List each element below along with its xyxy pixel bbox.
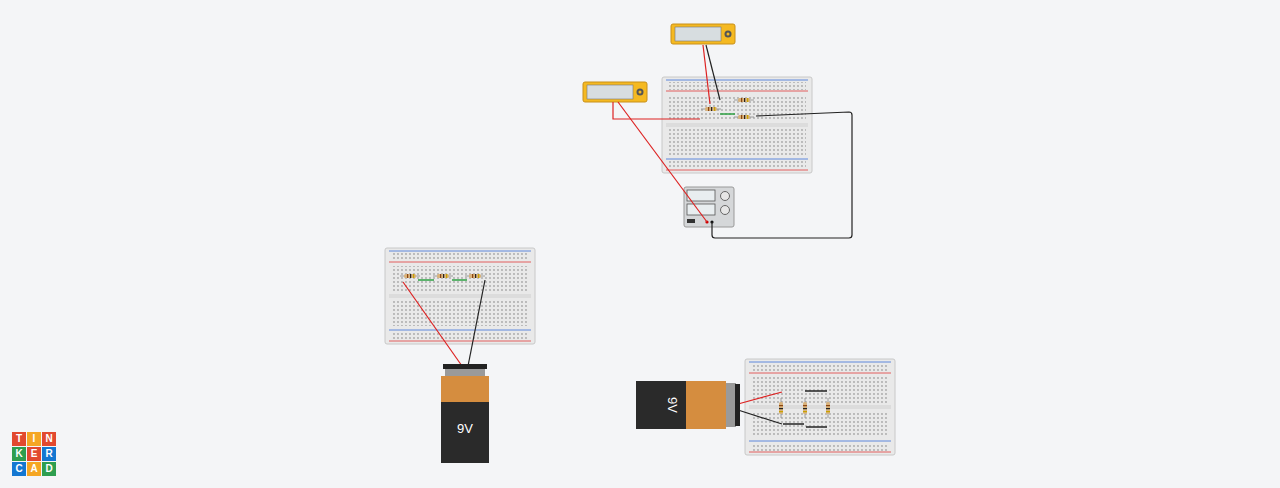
circuit-canvas[interactable]: 9V 9V — [0, 0, 1280, 488]
resistor[interactable] — [803, 398, 807, 418]
logo-letter: C — [12, 462, 26, 476]
jumper-wire[interactable] — [805, 390, 827, 392]
logo-letter: R — [42, 447, 56, 461]
resistor[interactable] — [465, 274, 485, 278]
logo-letter: E — [27, 447, 41, 461]
jumper-wire[interactable] — [418, 279, 434, 281]
black-wire[interactable] — [706, 45, 720, 100]
resistor[interactable] — [400, 274, 420, 278]
power-supply[interactable] — [684, 187, 734, 227]
multimeter[interactable] — [671, 24, 735, 44]
resistor[interactable] — [734, 115, 754, 119]
resistor[interactable] — [433, 274, 453, 278]
black-wire[interactable] — [738, 410, 782, 424]
multimeter[interactable] — [583, 82, 647, 102]
battery[interactable]: 9V — [441, 364, 489, 463]
jumper-wire[interactable] — [452, 279, 467, 281]
tinkercad-logo[interactable]: TIN KER CAD — [12, 432, 56, 476]
breadboard[interactable] — [745, 359, 895, 455]
logo-letter: I — [27, 432, 41, 446]
logo-letter: D — [42, 462, 56, 476]
red-wire[interactable] — [403, 282, 462, 366]
logo-letter: N — [42, 432, 56, 446]
battery-label: 9V — [457, 421, 473, 436]
logo-letter: A — [27, 462, 41, 476]
red-wire[interactable] — [738, 392, 782, 404]
jumper-wire[interactable] — [806, 426, 827, 428]
logo-letter: K — [12, 447, 26, 461]
red-wire[interactable] — [618, 102, 707, 222]
logo-letter: T — [12, 432, 26, 446]
resistor[interactable] — [826, 398, 830, 418]
jumper-wire[interactable] — [720, 113, 735, 115]
resistor[interactable] — [779, 398, 783, 418]
breadboard[interactable] — [385, 248, 535, 344]
jumper-wire[interactable] — [783, 423, 804, 425]
breadboard[interactable] — [662, 77, 812, 173]
black-wire[interactable] — [468, 280, 485, 366]
resistor[interactable] — [701, 107, 721, 111]
battery-label: 9V — [665, 397, 680, 413]
black-wire[interactable] — [712, 112, 852, 238]
red-wire[interactable] — [613, 102, 700, 119]
tinkercad-canvas[interactable]: 9V 9V TIN KER CAD — [0, 0, 1280, 488]
battery[interactable]: 9V — [636, 381, 740, 429]
red-wire[interactable] — [703, 45, 710, 104]
resistor[interactable] — [734, 98, 754, 102]
